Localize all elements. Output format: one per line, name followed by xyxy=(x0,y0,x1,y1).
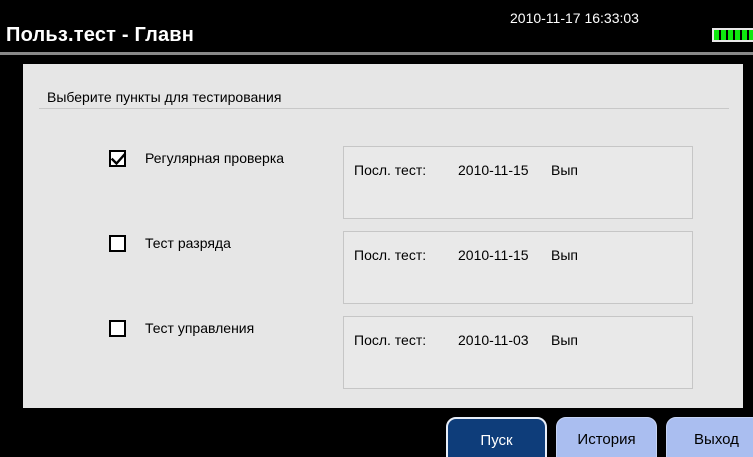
last-test-status: Вып xyxy=(551,247,578,263)
panel-heading: Выберите пункты для тестирования xyxy=(47,89,282,105)
history-button[interactable]: История xyxy=(556,417,657,457)
last-test-info: Посл. тест: 2010-11-15 Вып xyxy=(343,231,693,304)
battery-level-fill xyxy=(714,30,753,40)
test-selection-panel: Выберите пункты для тестирования Регуляр… xyxy=(23,64,743,408)
last-test-label: Посл. тест: xyxy=(354,247,427,263)
checkmark-icon xyxy=(110,152,127,166)
last-test-label: Посл. тест: xyxy=(354,162,427,178)
header-divider xyxy=(0,52,753,55)
screen-title: Польз.тест - Главн xyxy=(6,24,195,46)
last-test-info: Посл. тест: 2010-11-03 Вып xyxy=(343,316,693,389)
last-test-label: Посл. тест: xyxy=(354,332,427,348)
control-test-checkbox[interactable] xyxy=(109,320,126,337)
test-row-regular: Регулярная проверка Посл. тест: 2010-11-… xyxy=(23,146,743,220)
datetime-display: 2010-11-17 16:33:03 xyxy=(510,10,639,26)
last-test-date: 2010-11-03 xyxy=(458,332,529,348)
screen: Польз.тест - Главн 2010-11-17 16:33:03 В… xyxy=(0,0,753,457)
last-test-status: Вып xyxy=(551,162,578,178)
test-label: Тест разряда xyxy=(145,235,231,251)
start-button[interactable]: Пуск xyxy=(446,417,547,457)
test-row-control: Тест управления Посл. тест: 2010-11-03 В… xyxy=(23,316,743,390)
exit-button[interactable]: Выход xyxy=(666,417,753,457)
test-label: Регулярная проверка xyxy=(145,150,285,166)
battery-icon xyxy=(712,28,753,42)
discharge-test-checkbox[interactable] xyxy=(109,235,126,252)
test-label: Тест управления xyxy=(145,320,255,336)
last-test-date: 2010-11-15 xyxy=(458,162,529,178)
test-row-discharge: Тест разряда Посл. тест: 2010-11-15 Вып xyxy=(23,231,743,305)
last-test-date: 2010-11-15 xyxy=(458,247,529,263)
last-test-info: Посл. тест: 2010-11-15 Вып xyxy=(343,146,693,219)
last-test-status: Вып xyxy=(551,332,578,348)
regular-check-checkbox[interactable] xyxy=(109,150,127,167)
panel-divider xyxy=(39,108,729,109)
